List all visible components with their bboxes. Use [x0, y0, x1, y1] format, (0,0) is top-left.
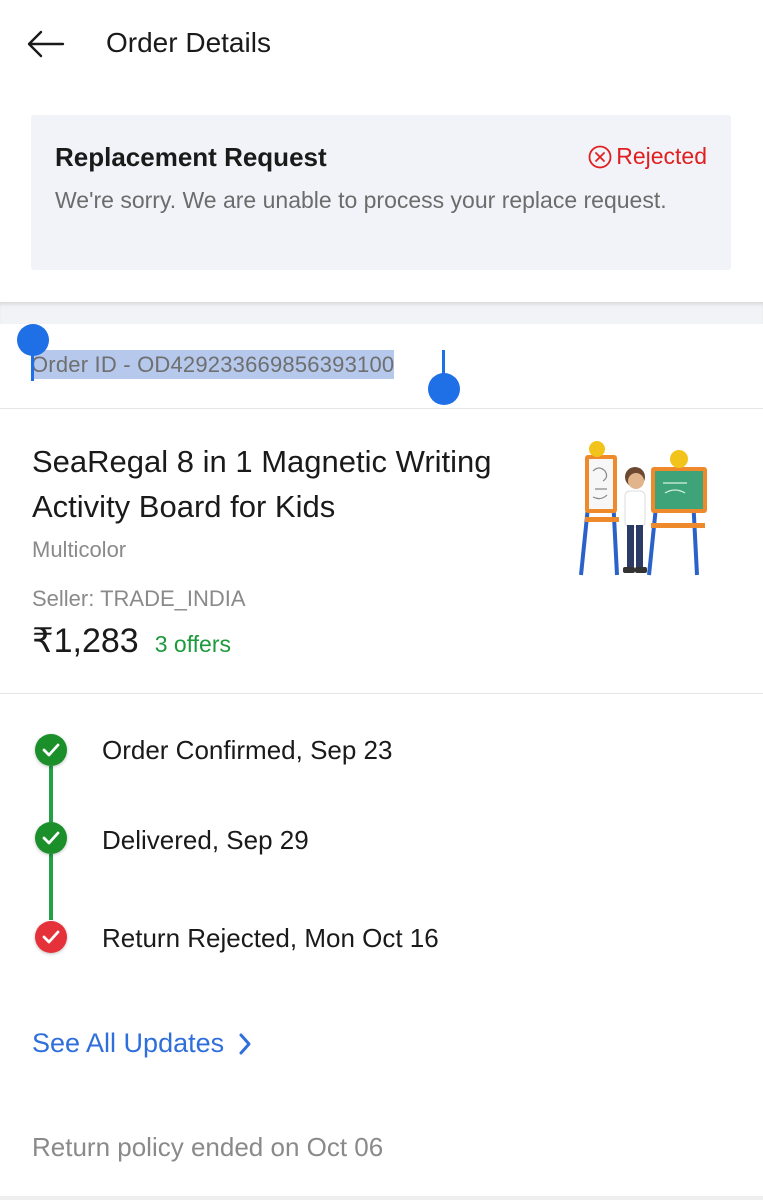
- circle-x-icon: [588, 145, 612, 168]
- section-divider: [0, 302, 763, 324]
- back-button[interactable]: [22, 22, 68, 66]
- product-summary[interactable]: SeaRegal 8 in 1 Magnetic Writing Activit…: [0, 409, 763, 694]
- timeline-step-3-label: Return Rejected, Mon Oct 16: [102, 923, 439, 953]
- product-color: Multicolor: [32, 537, 127, 562]
- selection-end-handle[interactable]: [428, 373, 460, 405]
- product-name: SeaRegal 8 in 1 Magnetic Writing Activit…: [32, 444, 492, 524]
- timeline-step-2-status: [35, 822, 67, 854]
- status-badge: Rejected: [588, 143, 707, 170]
- price-row: ₹1,283 3 offers: [32, 621, 231, 661]
- product-seller: Seller: TRADE_INDIA: [32, 586, 246, 611]
- arrow-left-icon: [27, 30, 65, 58]
- product-image[interactable]: [575, 437, 710, 582]
- chevron-right-icon: [239, 1033, 251, 1054]
- offers-link[interactable]: 3 offers: [155, 631, 231, 658]
- check-icon: [42, 831, 60, 845]
- order-id-row: Order ID - OD429233669856393100: [0, 324, 763, 409]
- see-all-updates-link[interactable]: See All Updates: [32, 1028, 252, 1059]
- return-policy-text: Return policy ended on Oct 06: [32, 1132, 384, 1162]
- check-icon: [42, 930, 60, 944]
- replacement-request-card: Replacement Request Rejected We're sorry…: [31, 115, 731, 270]
- replacement-message: We're sorry. We are unable to process yo…: [55, 187, 667, 213]
- timeline-connector: [49, 766, 53, 822]
- timeline-connector: [49, 854, 53, 920]
- order-id[interactable]: Order ID - OD429233669856393100: [31, 350, 395, 379]
- order-id-text[interactable]: Order ID - OD429233669856393100: [31, 350, 395, 379]
- product-price: ₹1,283: [32, 622, 139, 660]
- timeline-step-1-label: Order Confirmed, Sep 23: [102, 735, 393, 765]
- order-timeline: Order Confirmed, Sep 23 Delivered, Sep 2…: [0, 694, 763, 984]
- selection-start-caret: [31, 346, 34, 381]
- check-icon: [42, 743, 60, 757]
- see-all-updates-label: See All Updates: [32, 1028, 225, 1058]
- status-text: Rejected: [616, 143, 707, 169]
- timeline-step-1-status: [35, 734, 67, 766]
- bottom-divider: [0, 1196, 763, 1200]
- app-header: Order Details: [0, 0, 763, 90]
- timeline-step-3-status: [35, 921, 67, 953]
- replacement-title: Replacement Request: [55, 142, 327, 172]
- page-title: Order Details: [106, 27, 271, 58]
- timeline-step-2-label: Delivered, Sep 29: [102, 825, 309, 855]
